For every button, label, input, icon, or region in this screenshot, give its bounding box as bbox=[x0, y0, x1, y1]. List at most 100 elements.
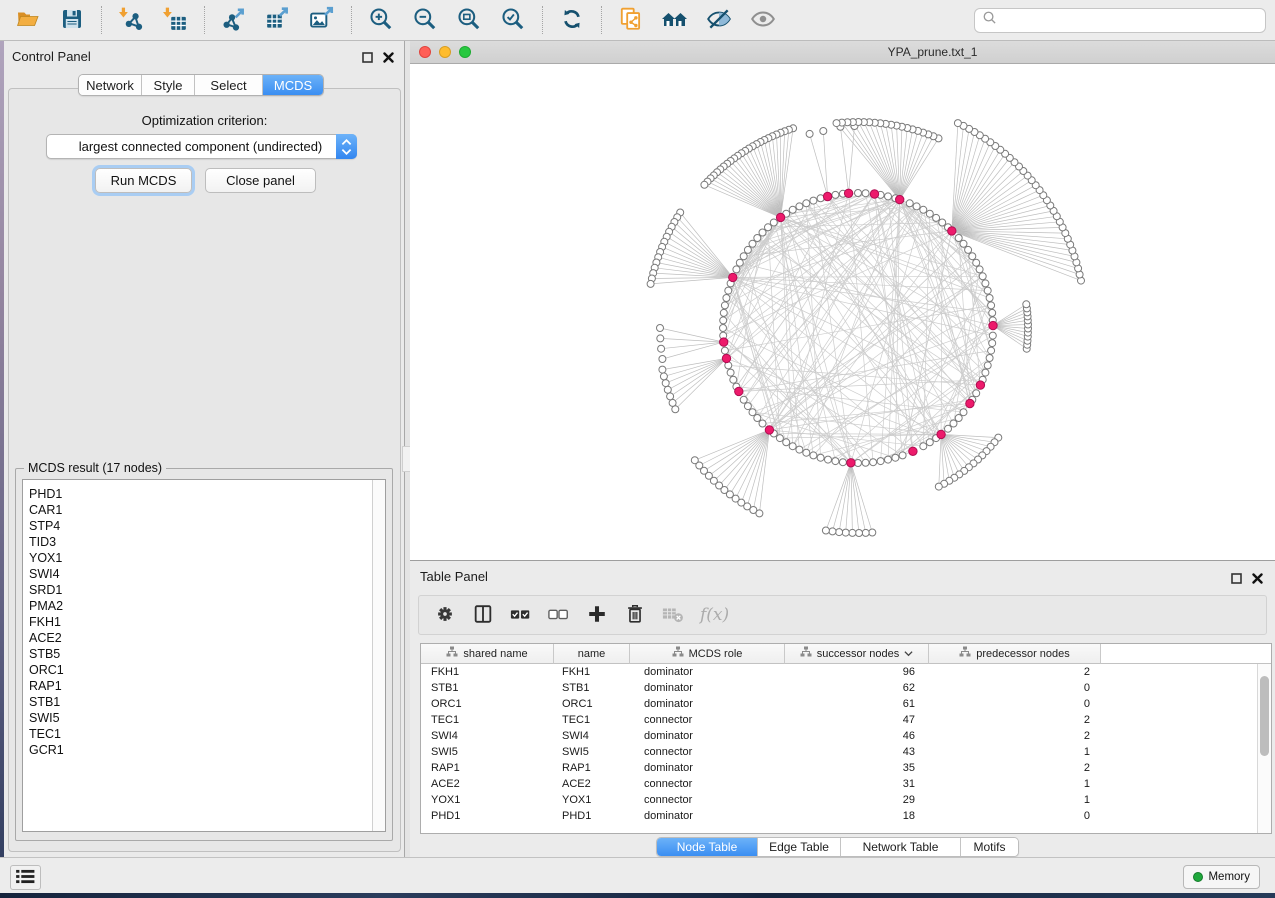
tab-network-table[interactable]: Network Table bbox=[841, 838, 961, 856]
network-node[interactable] bbox=[770, 219, 777, 226]
network-node[interactable] bbox=[662, 380, 669, 387]
table-cell[interactable]: SWI4 bbox=[554, 728, 630, 744]
network-node[interactable] bbox=[657, 335, 664, 342]
network-node[interactable] bbox=[721, 347, 728, 354]
network-node[interactable] bbox=[955, 235, 962, 242]
table-scrollbar-thumb[interactable] bbox=[1260, 676, 1269, 756]
network-node[interactable] bbox=[935, 483, 942, 490]
window-zoom-light[interactable] bbox=[459, 46, 471, 58]
table-cell[interactable]: 43 bbox=[785, 744, 929, 760]
network-node[interactable] bbox=[926, 210, 933, 217]
network-node[interactable] bbox=[960, 409, 967, 416]
table-row[interactable]: SWI5SWI5connector431 bbox=[421, 744, 1257, 760]
table-cell[interactable]: ACE2 bbox=[554, 776, 630, 792]
tab-select[interactable]: Select bbox=[195, 75, 263, 95]
table-cell[interactable]: SWI5 bbox=[421, 744, 554, 760]
network-node[interactable] bbox=[754, 235, 761, 242]
network-node[interactable] bbox=[856, 530, 863, 537]
tab-motifs[interactable]: Motifs bbox=[961, 838, 1018, 856]
table-cell[interactable]: STB1 bbox=[554, 680, 630, 696]
mcds-node[interactable] bbox=[776, 213, 784, 221]
function-builder-button[interactable]: f(x) bbox=[700, 605, 729, 625]
network-node[interactable] bbox=[926, 439, 933, 446]
network-node[interactable] bbox=[660, 373, 667, 380]
import-table-button[interactable] bbox=[158, 4, 192, 36]
network-node[interactable] bbox=[960, 240, 967, 247]
table-cell[interactable]: dominator bbox=[630, 664, 785, 680]
network-node[interactable] bbox=[765, 224, 772, 231]
table-cell[interactable]: PHD1 bbox=[554, 808, 630, 824]
table-cell[interactable]: 0 bbox=[929, 696, 1101, 712]
window-close-light[interactable] bbox=[419, 46, 431, 58]
export-image-button[interactable] bbox=[305, 4, 339, 36]
network-node[interactable] bbox=[969, 253, 976, 260]
network-node[interactable] bbox=[720, 309, 727, 316]
network-node[interactable] bbox=[806, 130, 813, 137]
network-canvas[interactable] bbox=[410, 64, 1275, 560]
network-node[interactable] bbox=[855, 190, 862, 197]
close-panel-icon[interactable] bbox=[1252, 571, 1263, 589]
panel-menu-button[interactable] bbox=[10, 865, 41, 890]
network-node[interactable] bbox=[832, 191, 839, 198]
run-mcds-button[interactable]: Run MCDS bbox=[95, 168, 192, 193]
network-node[interactable] bbox=[833, 120, 840, 127]
two-houses-button[interactable] bbox=[658, 4, 692, 36]
network-node[interactable] bbox=[973, 259, 980, 266]
table-cell[interactable]: RAP1 bbox=[554, 760, 630, 776]
table-cell[interactable]: RAP1 bbox=[421, 760, 554, 776]
network-node[interactable] bbox=[988, 347, 995, 354]
search-input[interactable] bbox=[997, 10, 1265, 30]
mcds-node[interactable] bbox=[722, 354, 730, 362]
network-node[interactable] bbox=[659, 366, 666, 373]
network-node[interactable] bbox=[832, 458, 839, 465]
mcds-result-item[interactable]: SRD1 bbox=[23, 582, 371, 598]
network-node[interactable] bbox=[986, 295, 993, 302]
network-node[interactable] bbox=[829, 528, 836, 535]
export-table-button[interactable] bbox=[261, 4, 295, 36]
mcds-node[interactable] bbox=[729, 273, 737, 281]
table-row[interactable]: FKH1FKH1dominator962 bbox=[421, 664, 1257, 680]
network-node[interactable] bbox=[950, 420, 957, 427]
mcds-node[interactable] bbox=[735, 387, 743, 395]
network-node[interactable] bbox=[954, 120, 961, 127]
import-network-button[interactable] bbox=[114, 4, 148, 36]
network-node[interactable] bbox=[749, 409, 756, 416]
mcds-result-item[interactable]: SWI5 bbox=[23, 710, 371, 726]
network-node[interactable] bbox=[885, 193, 892, 200]
mcds-result-item[interactable]: STB5 bbox=[23, 646, 371, 662]
table-cell[interactable]: 2 bbox=[929, 728, 1101, 744]
table-cell[interactable]: SWI5 bbox=[554, 744, 630, 760]
mcds-node[interactable] bbox=[909, 447, 917, 455]
table-cell[interactable]: 18 bbox=[785, 808, 929, 824]
duplicate-network-button[interactable] bbox=[614, 4, 648, 36]
network-node[interactable] bbox=[839, 459, 846, 466]
network-node[interactable] bbox=[988, 302, 995, 309]
network-node[interactable] bbox=[721, 302, 728, 309]
network-node[interactable] bbox=[862, 459, 869, 466]
table-cell[interactable]: 31 bbox=[785, 776, 929, 792]
network-node[interactable] bbox=[759, 229, 766, 236]
eye-slash-button[interactable] bbox=[702, 4, 736, 36]
network-node[interactable] bbox=[842, 529, 849, 536]
mcds-node[interactable] bbox=[937, 430, 945, 438]
zoom-in-button[interactable] bbox=[364, 4, 398, 36]
mcds-node[interactable] bbox=[976, 381, 984, 389]
network-node[interactable] bbox=[982, 280, 989, 287]
table-cell[interactable]: dominator bbox=[630, 680, 785, 696]
network-node[interactable] bbox=[736, 259, 743, 266]
network-node[interactable] bbox=[820, 128, 827, 135]
zoom-out-button[interactable] bbox=[408, 4, 442, 36]
table-cell[interactable]: 29 bbox=[785, 792, 929, 808]
zoom-fit-button[interactable] bbox=[452, 4, 486, 36]
table-cell[interactable]: 35 bbox=[785, 760, 929, 776]
table-settings-button[interactable] bbox=[432, 601, 458, 629]
network-node[interactable] bbox=[740, 396, 747, 403]
select-all-button[interactable] bbox=[508, 601, 534, 629]
eye-button[interactable] bbox=[746, 4, 780, 36]
table-cell[interactable]: 0 bbox=[929, 808, 1101, 824]
mcds-node[interactable] bbox=[989, 321, 997, 329]
optimization-criterion-select[interactable]: largest connected component (undirected) bbox=[46, 134, 357, 159]
network-node[interactable] bbox=[989, 340, 996, 347]
mcds-result-item[interactable]: ORC1 bbox=[23, 662, 371, 678]
mcds-result-item[interactable]: PMA2 bbox=[23, 598, 371, 614]
